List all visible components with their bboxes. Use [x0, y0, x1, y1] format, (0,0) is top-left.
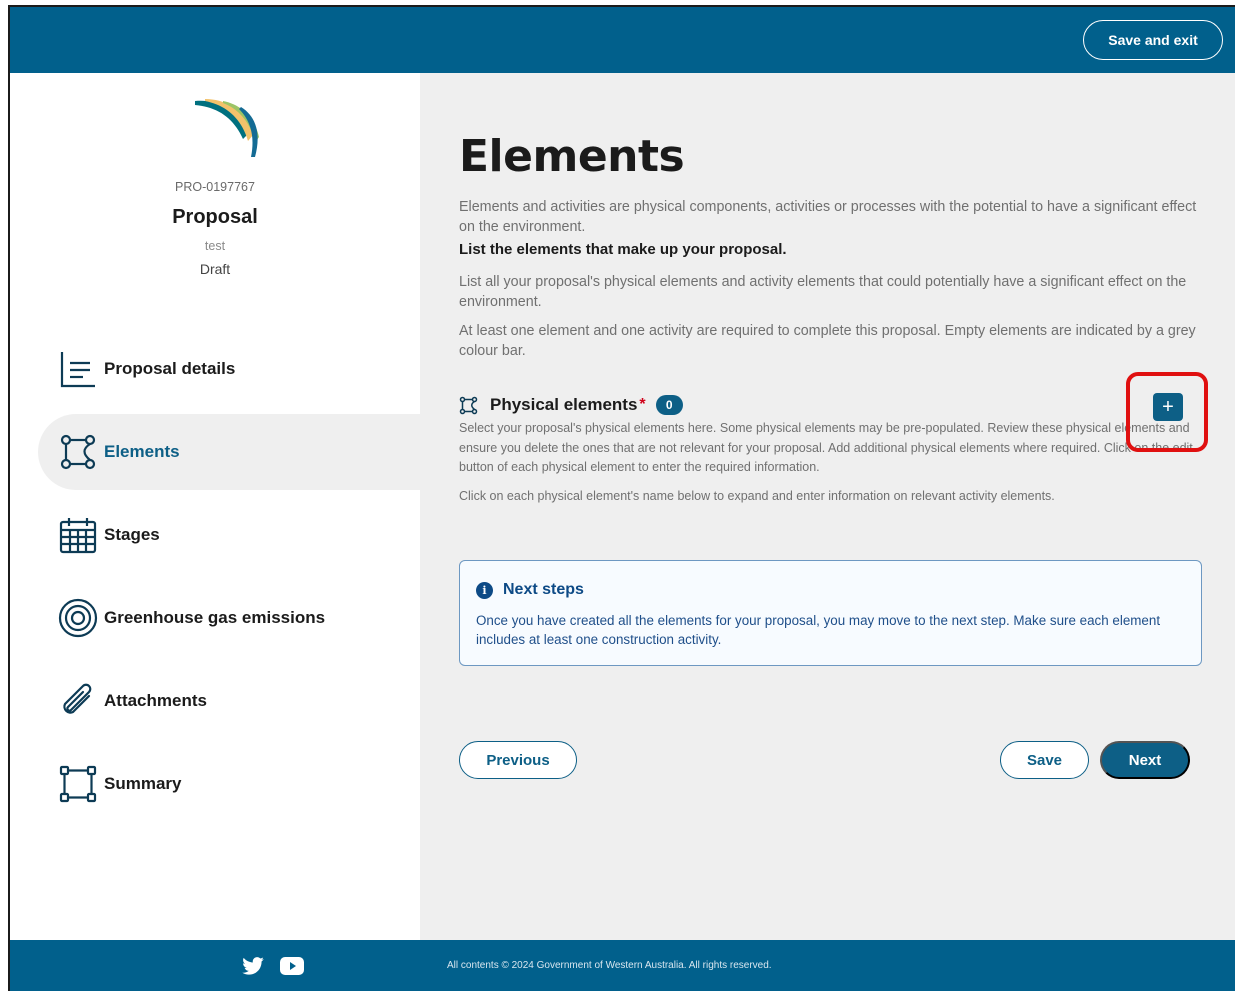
proposal-title: Proposal — [172, 206, 258, 228]
proposal-status: Draft — [199, 261, 231, 277]
page-title: Elements — [459, 131, 685, 182]
nav-item-summary[interactable]: Summary — [38, 746, 422, 822]
app-frame: Save and exit PRO-0197767 Proposal test … — [8, 5, 1235, 991]
next-steps-callout: i Next steps Once you have created all t… — [459, 560, 1202, 666]
footer: All contents © 2024 Government of Wester… — [10, 940, 1235, 991]
nav-item-proposal-details[interactable]: Proposal details — [38, 331, 422, 407]
callout-text: Once you have created all the elements f… — [476, 613, 1161, 647]
sidebar: PRO-0197767 Proposal test Draft Proposal… — [10, 73, 422, 940]
elements-icon — [58, 432, 98, 472]
intro-text: Elements and activities are physical com… — [459, 199, 1197, 235]
section-instruction: Click on each physical element's name be… — [459, 489, 1055, 503]
paperclip-icon — [58, 681, 98, 721]
calendar-icon — [58, 515, 98, 555]
save-button[interactable]: Save — [1000, 741, 1089, 779]
agency-logo — [195, 99, 259, 157]
summary-icon — [58, 764, 98, 804]
info-icon: i — [476, 581, 493, 599]
required-mark: * — [639, 396, 646, 413]
proposal-subtitle: test — [204, 239, 226, 253]
nav-label: Proposal details — [104, 359, 236, 378]
nav-label: Greenhouse gas emissions — [104, 608, 326, 627]
physical-elements-header: Physical elements * 0 — [459, 395, 683, 415]
paragraph-2: At least one element and one activity ar… — [459, 323, 1196, 359]
paragraph-1: List all your proposal's physical elemen… — [459, 274, 1187, 310]
nav-item-attachments[interactable]: Attachments — [38, 663, 422, 739]
callout-header: i Next steps — [476, 581, 584, 599]
social-links — [242, 957, 304, 975]
section-description: Select your proposal's physical elements… — [459, 421, 1193, 474]
nav-label: Summary — [104, 774, 182, 793]
proposal-id: PRO-0197767 — [175, 180, 255, 194]
section-title: Physical elements — [490, 395, 638, 414]
top-bar: Save and exit — [10, 7, 1235, 73]
nav-item-stages[interactable]: Stages — [38, 497, 422, 573]
callout-title: Next steps — [503, 581, 584, 598]
target-icon — [58, 598, 98, 638]
save-and-exit-button[interactable]: Save and exit — [1083, 20, 1223, 60]
elements-icon — [459, 396, 478, 414]
nav-label: Stages — [104, 525, 160, 544]
twitter-icon[interactable] — [242, 957, 264, 975]
next-button[interactable]: Next — [1100, 741, 1190, 779]
nav-label: Attachments — [104, 691, 207, 710]
nav-label: Elements — [104, 442, 180, 461]
main-content: Elements Elements and activities are phy… — [420, 73, 1235, 940]
nav-item-greenhouse-gas[interactable]: Greenhouse gas emissions — [38, 580, 422, 656]
count-badge: 0 — [655, 395, 683, 415]
subheading: List the elements that make up your prop… — [459, 241, 787, 258]
nav-item-elements[interactable]: Elements — [38, 414, 422, 490]
previous-button[interactable]: Previous — [459, 741, 577, 779]
copyright-text: All contents © 2024 Government of Wester… — [447, 960, 772, 971]
youtube-icon[interactable] — [280, 957, 304, 975]
highlight-box — [1126, 372, 1208, 452]
list-icon — [58, 349, 98, 389]
